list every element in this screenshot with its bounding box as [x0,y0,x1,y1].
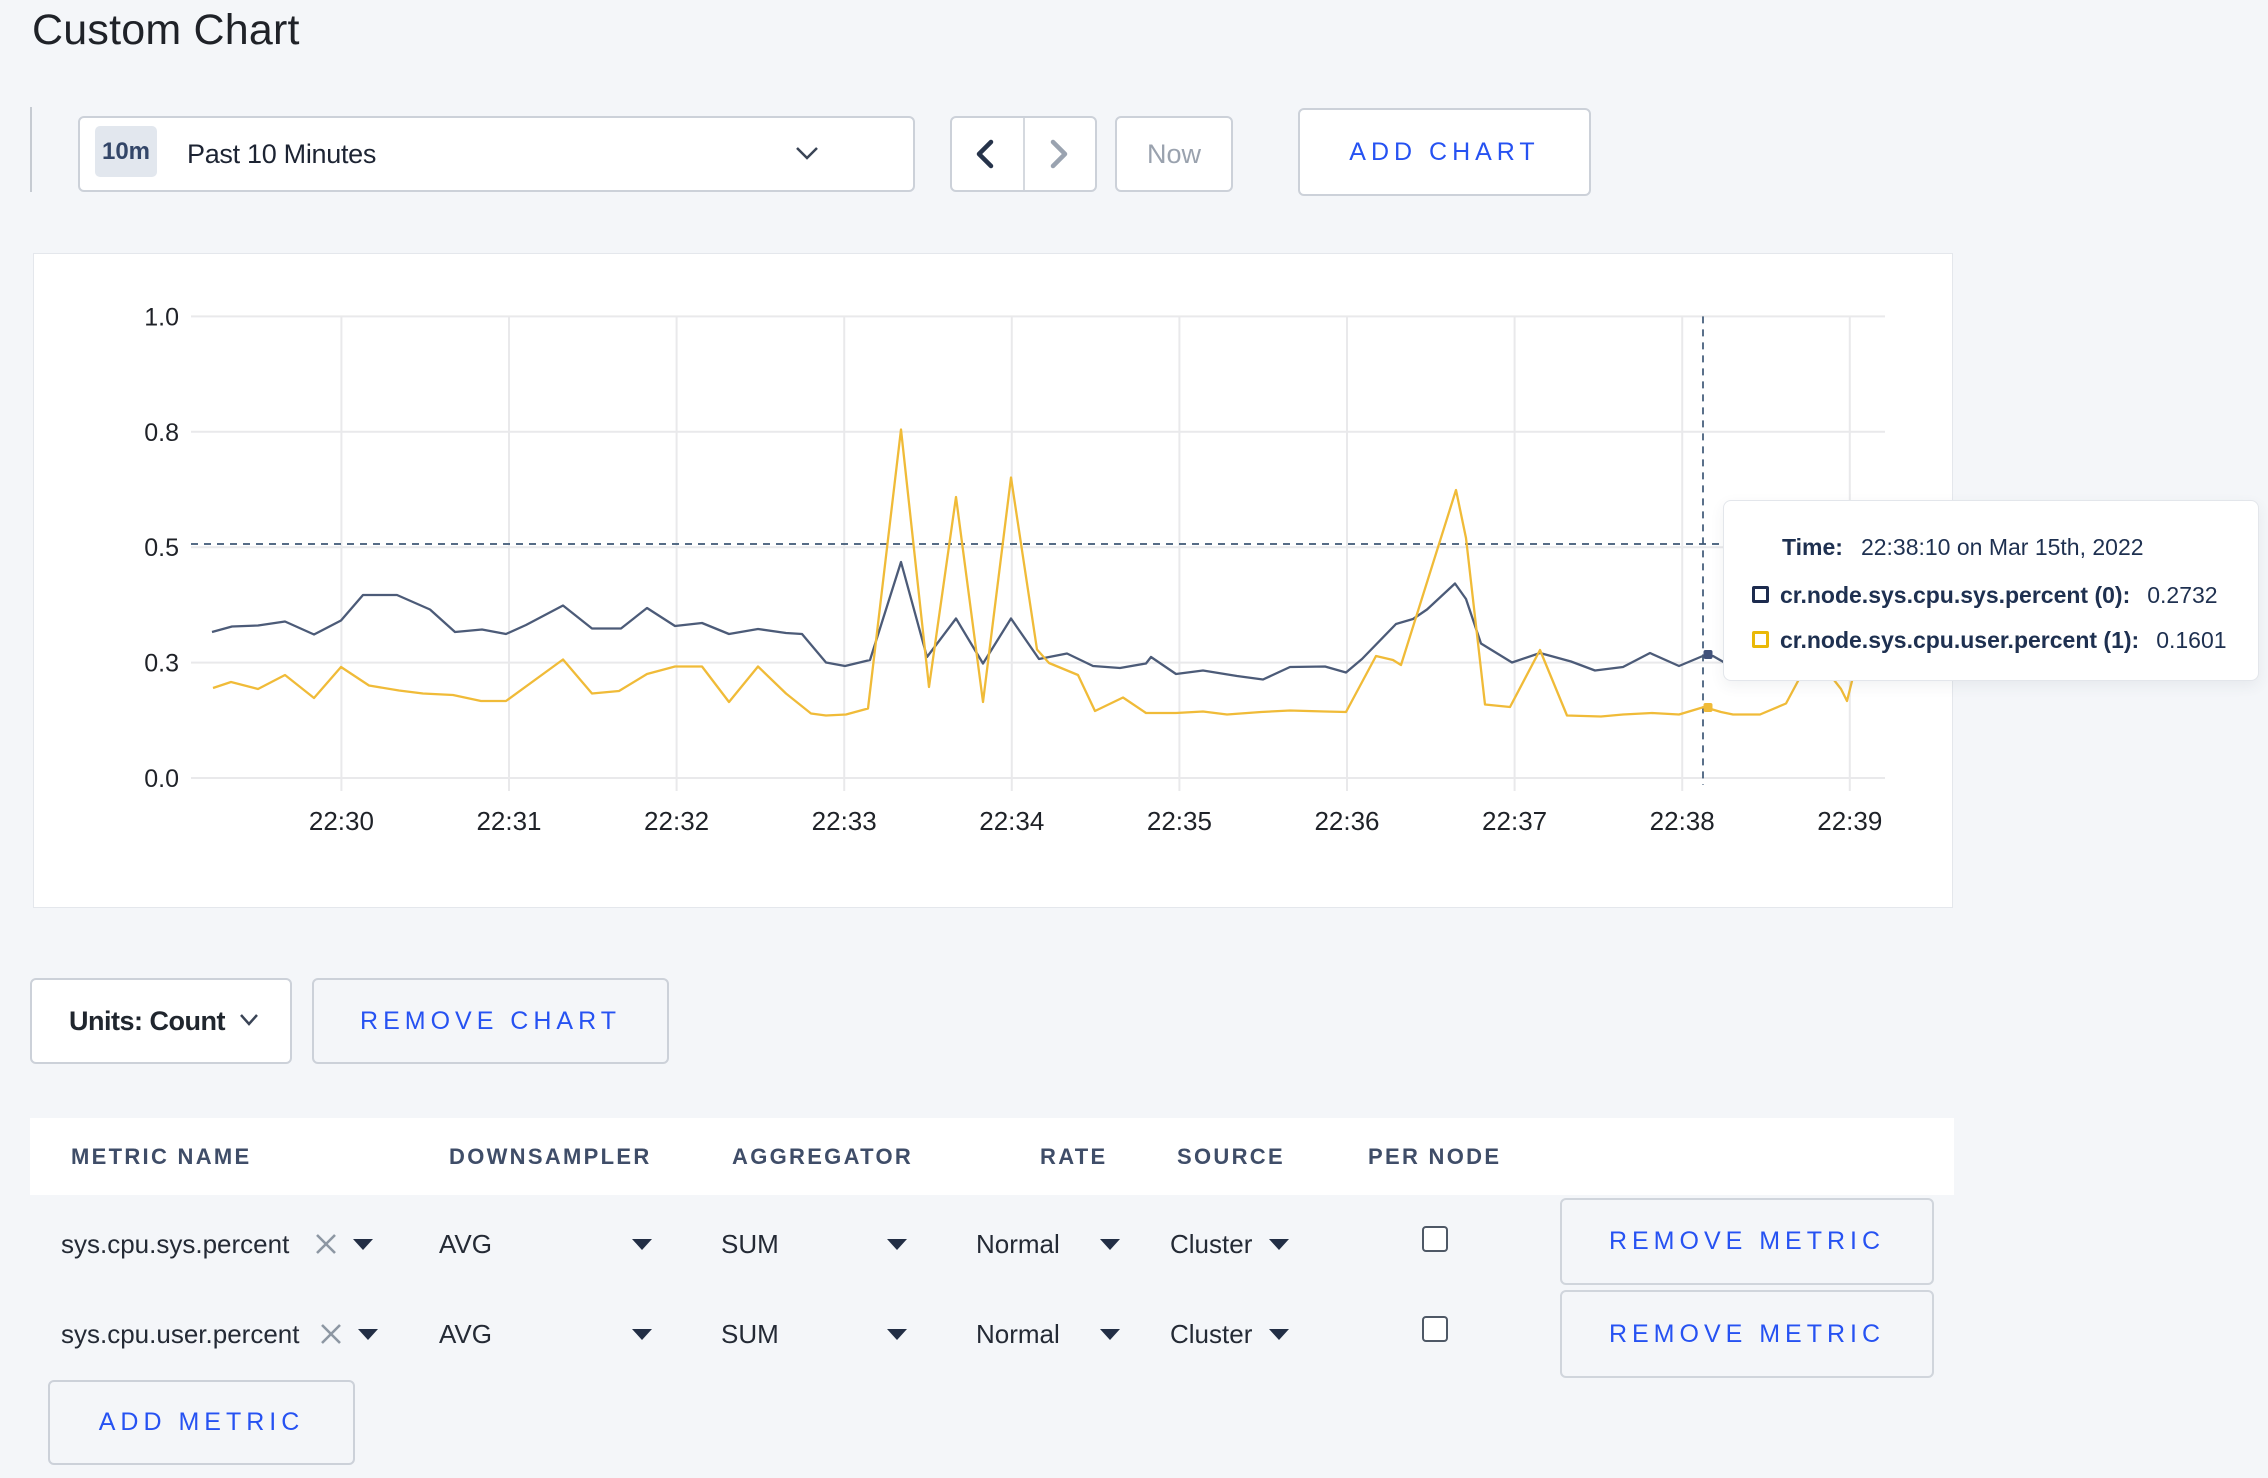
svg-text:1.0: 1.0 [144,303,179,331]
svg-text:22:39: 22:39 [1817,806,1882,836]
svg-text:22:31: 22:31 [476,806,541,836]
svg-text:0.0: 0.0 [144,765,179,793]
svg-text:22:33: 22:33 [812,806,877,836]
svg-text:22:30: 22:30 [309,806,374,836]
svg-text:22:36: 22:36 [1314,806,1379,836]
svg-text:22:37: 22:37 [1482,806,1547,836]
svg-text:22:34: 22:34 [979,806,1044,836]
svg-text:22:32: 22:32 [644,806,709,836]
svg-text:0.8: 0.8 [144,419,179,447]
svg-text:22:38: 22:38 [1650,806,1715,836]
svg-text:22:35: 22:35 [1147,806,1212,836]
svg-text:0.3: 0.3 [144,650,179,678]
svg-text:0.5: 0.5 [144,534,179,562]
